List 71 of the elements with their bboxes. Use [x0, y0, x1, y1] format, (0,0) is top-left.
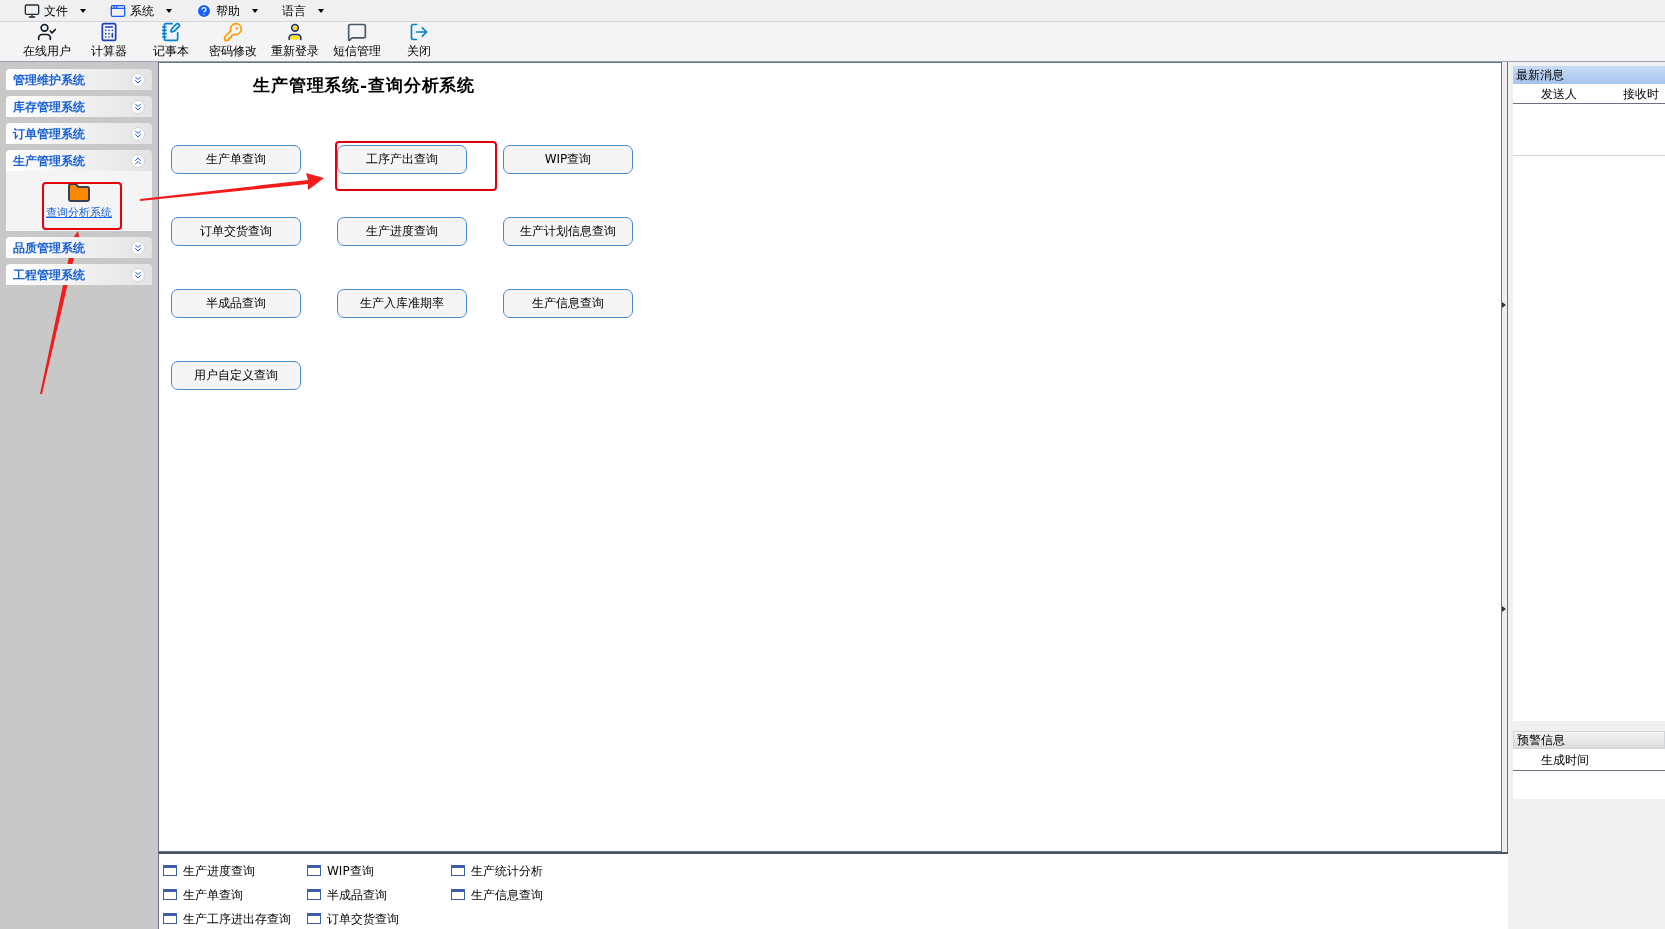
- sidebar-section-header[interactable]: 品质管理系统: [6, 237, 152, 258]
- shortcut-link[interactable]: 半成品查询: [307, 886, 451, 903]
- caret-icon: [252, 8, 258, 13]
- column-header: 接收时: [1623, 85, 1659, 103]
- expand-icon: [131, 267, 145, 282]
- toolbar-button[interactable]: 密码修改: [202, 22, 264, 59]
- query-button[interactable]: 生产计划信息查询: [503, 216, 633, 246]
- menu-item[interactable]: 系统: [106, 1, 176, 20]
- toolbar-button[interactable]: 重新登录: [264, 22, 326, 59]
- toolbar-icon: [285, 22, 305, 42]
- menu-item[interactable]: 帮助: [192, 1, 262, 20]
- window-icon: [307, 865, 321, 876]
- window-icon: [451, 889, 465, 900]
- window-icon: [307, 889, 321, 900]
- column-header: 生成时间: [1540, 751, 1589, 769]
- toolbar-icon: [223, 22, 243, 42]
- window-icon: [307, 913, 321, 924]
- window-icon: [451, 865, 465, 876]
- panel-header: 预警信息: [1513, 731, 1665, 749]
- sidebar-section-header[interactable]: 库存管理系统: [6, 96, 152, 117]
- toolbar-icon: [409, 22, 429, 42]
- query-button[interactable]: 用户自定义查询: [171, 360, 301, 390]
- expand-icon: [131, 126, 145, 141]
- sidebar-section-header[interactable]: 工程管理系统: [6, 264, 152, 285]
- query-button[interactable]: 生产入库准期率: [337, 288, 467, 318]
- column-header: 发送人: [1540, 85, 1578, 103]
- menu-item[interactable]: 语言: [278, 1, 328, 20]
- expand-icon: [131, 72, 145, 87]
- shortcut-link[interactable]: 生产信息查询: [451, 886, 601, 903]
- window-icon: [163, 889, 177, 900]
- query-button[interactable]: 生产信息查询: [503, 288, 633, 318]
- query-button[interactable]: 生产单查询: [171, 144, 301, 174]
- expand-icon: [131, 99, 145, 114]
- menu-icon: [196, 2, 212, 19]
- toolbar-icon: [99, 22, 119, 42]
- toolbar-button[interactable]: 短信管理: [326, 22, 388, 59]
- shortcut-link[interactable]: WIP查询: [307, 862, 451, 879]
- page-title: 生产管理系统-查询分析系统: [252, 74, 477, 97]
- expand-icon: [131, 240, 145, 255]
- window-icon: [163, 913, 177, 924]
- query-button[interactable]: 工序产出查询: [337, 144, 467, 174]
- caret-icon: [166, 8, 172, 13]
- shortcut-link[interactable]: 生产统计分析: [451, 862, 601, 879]
- window-icon: [163, 865, 177, 876]
- menu-icon: [110, 2, 126, 19]
- sidebar-section-header[interactable]: 生产管理系统: [6, 150, 152, 171]
- caret-icon: [318, 8, 324, 13]
- menu-icon: [24, 2, 40, 19]
- toolbar-icon: [161, 22, 181, 42]
- toolbar-button[interactable]: 记事本: [140, 22, 202, 59]
- collapse-icon: [131, 153, 145, 168]
- sidebar-section-header[interactable]: 订单管理系统: [6, 123, 152, 144]
- toolbar-icon: [37, 22, 57, 42]
- sidebar-item[interactable]: 查询分析系统: [46, 180, 112, 222]
- shortcut-link[interactable]: 生产进度查询: [163, 862, 307, 879]
- query-button[interactable]: 生产进度查询: [337, 216, 467, 246]
- query-button[interactable]: WIP查询: [503, 144, 633, 174]
- shortcut-link[interactable]: 生产工序进出存查询: [163, 910, 307, 927]
- query-button[interactable]: 半成品查询: [171, 288, 301, 318]
- sidebar-section-header[interactable]: 管理维护系统: [6, 69, 152, 90]
- menu-item[interactable]: 文件: [20, 1, 90, 20]
- caret-icon: [80, 8, 86, 13]
- toolbar-button[interactable]: 在线用户: [16, 22, 78, 59]
- toolbar-button[interactable]: 关闭: [388, 22, 450, 59]
- shortcut-link[interactable]: 订单交货查询: [307, 910, 451, 927]
- panel-header: 最新消息: [1513, 66, 1665, 84]
- query-button[interactable]: 订单交货查询: [171, 216, 301, 246]
- splitter[interactable]: [1502, 62, 1508, 852]
- shortcut-link[interactable]: 生产单查询: [163, 886, 307, 903]
- toolbar-icon: [347, 22, 367, 42]
- toolbar-button[interactable]: 计算器: [78, 22, 140, 59]
